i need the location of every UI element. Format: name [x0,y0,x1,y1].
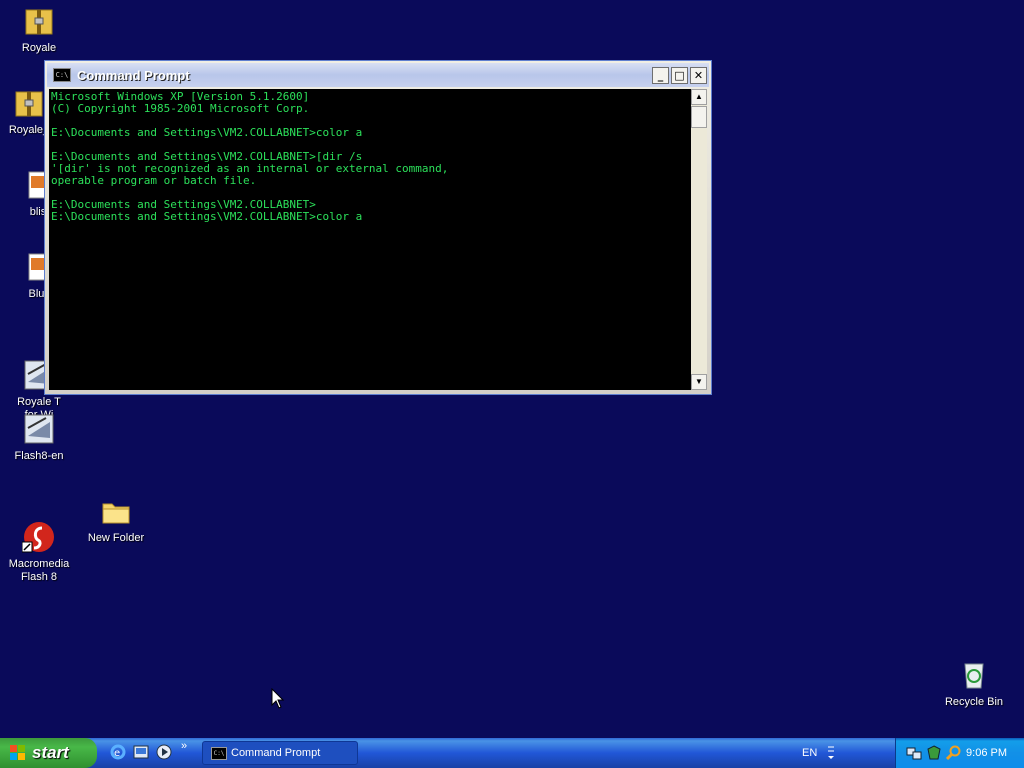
flash-icon [21,507,56,553]
recycle-bin-icon [957,658,991,692]
zip-folder-icon [22,4,56,38]
desktop-icon-label: Macromedia Flash 8 [8,558,70,583]
media-player-icon[interactable] [156,744,172,760]
cmd-app-icon: C:\ [211,747,227,760]
console-output: Microsoft Windows XP [Version 5.1.2600] … [51,90,449,223]
quicklaunch-more-button[interactable]: » [181,740,187,752]
desktop-icon-recycle-bin[interactable]: Recycle Bin [936,658,1012,709]
zip-folder-icon [12,86,46,120]
scroll-up-button[interactable]: ▲ [691,89,707,105]
installer-icon [22,412,56,446]
windows-logo-icon [10,745,25,760]
close-button[interactable]: ✕ [690,66,707,84]
console-area[interactable]: Microsoft Windows XP [Version 5.1.2600] … [49,89,691,390]
window-controls: _ □ ✕ [652,66,707,84]
folder-icon [99,494,133,528]
taskbar: start e » C:\ Command Prompt EN 9:06 PM [0,738,1024,768]
taskbar-button-command-prompt[interactable]: C:\ Command Prompt [202,741,358,765]
cmd-app-icon: C:\ [53,68,71,82]
window-title: Command Prompt [77,67,190,83]
maximize-button[interactable]: □ [671,66,688,84]
desktop-icon-label: New Folder [87,532,145,544]
window-titlebar[interactable]: C:\ Command Prompt _ □ ✕ [47,63,709,87]
taskbar-button-label: Command Prompt [231,747,321,759]
security-center-icon[interactable] [926,745,942,761]
svg-text:e: e [114,748,120,759]
internet-explorer-icon[interactable]: e [110,744,126,760]
start-label: start [32,743,69,762]
network-icon[interactable] [906,745,922,761]
desktop-icon-label: Recycle Bin [944,696,1004,708]
show-desktop-icon[interactable] [133,744,149,760]
system-tray: 9:06 PM [895,738,1024,768]
desktop-icon-label: Royale [21,42,57,54]
language-options-icon[interactable] [826,745,836,761]
vertical-scrollbar[interactable]: ▲ ▼ [691,89,707,390]
command-prompt-window[interactable]: C:\ Command Prompt _ □ ✕ Microsoft Windo… [44,60,712,395]
clock[interactable]: 9:06 PM [966,738,1007,768]
scroll-down-button[interactable]: ▼ [691,374,707,390]
start-button[interactable]: start [0,738,97,768]
desktop-icon-flash8-en[interactable]: Flash8-en [1,412,77,463]
mouse-cursor-icon [271,688,285,709]
scroll-thumb[interactable] [691,106,707,128]
desktop-icon-label: Flash8-en [14,450,64,462]
desktop-icon-royale[interactable]: Royale [1,4,77,55]
desktop-icon-macromedia-flash[interactable]: Macromedia Flash 8 [1,494,77,597]
search-icon[interactable] [946,745,962,761]
minimize-button[interactable]: _ [652,66,669,84]
desktop-icon-new-folder[interactable]: New Folder [78,494,154,545]
language-indicator[interactable]: EN [802,738,817,768]
